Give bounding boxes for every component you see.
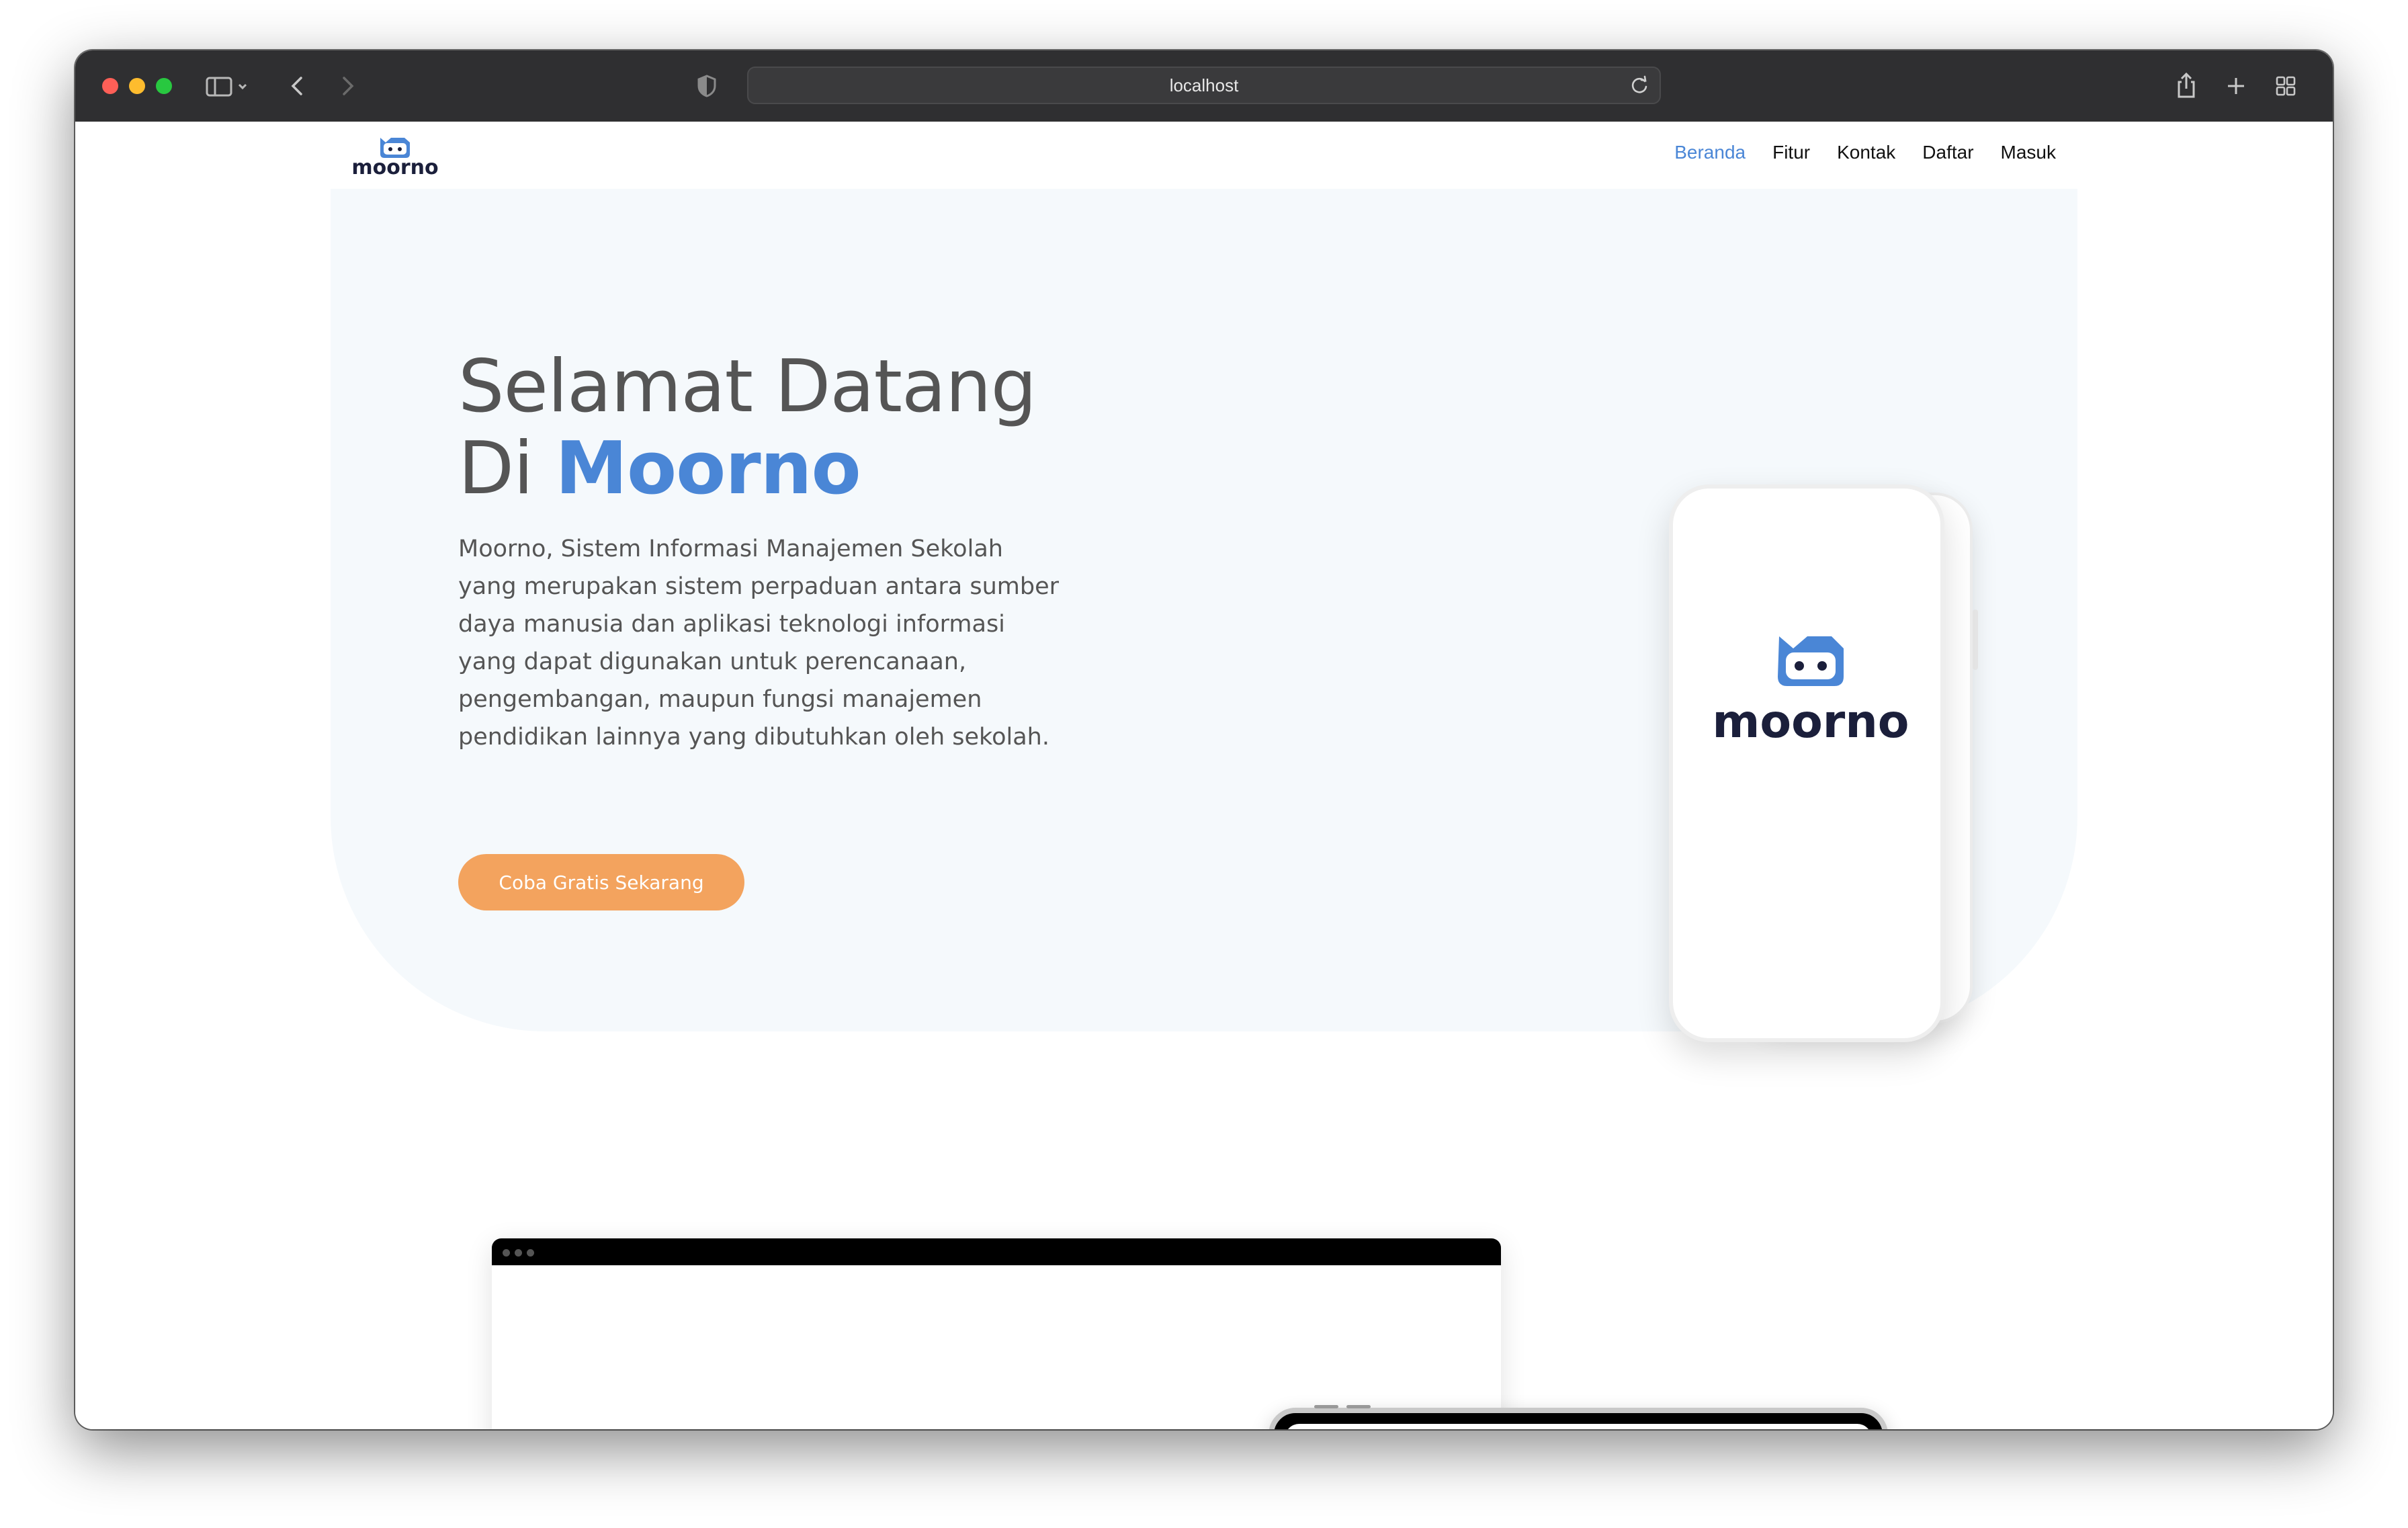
share-icon[interactable] bbox=[2169, 69, 2204, 103]
address-bar[interactable]: localhost bbox=[747, 67, 1661, 104]
phone-moorno-logo: moorno bbox=[1700, 630, 1915, 751]
mockup-dot bbox=[515, 1249, 522, 1257]
svg-text:moorno: moorno bbox=[1713, 695, 1909, 749]
nav-link-masuk[interactable]: Masuk bbox=[2001, 142, 2056, 163]
tab-overview-icon[interactable] bbox=[2268, 69, 2303, 103]
nav-link-beranda[interactable]: Beranda bbox=[1674, 142, 1746, 163]
close-window-button[interactable] bbox=[102, 78, 118, 94]
back-arrow-icon[interactable] bbox=[281, 69, 316, 103]
try-free-button[interactable]: Coba Gratis Sekarang bbox=[458, 854, 744, 910]
nav-link-daftar[interactable]: Daftar bbox=[1922, 142, 1973, 163]
desktop-mockup-titlebar bbox=[492, 1238, 1501, 1265]
hero-section: Selamat Datang Di Moorno Moorno, Sistem … bbox=[331, 189, 2077, 1042]
phone-side-button bbox=[1973, 609, 1978, 670]
moorno-logo[interactable]: moorno bbox=[343, 132, 447, 179]
hero-title-prefix: Di bbox=[458, 427, 556, 511]
tablet-mockup bbox=[1268, 1405, 1888, 1429]
mockup-dot bbox=[503, 1249, 510, 1257]
tablet-button bbox=[1314, 1405, 1338, 1408]
browser-toolbar: localhost bbox=[75, 50, 2333, 123]
sidebar-toggle-icon[interactable] bbox=[203, 69, 251, 103]
svg-text:moorno: moorno bbox=[351, 156, 438, 179]
mockup-dot bbox=[527, 1249, 534, 1257]
web-page: moorno Beranda Fitur Kontak Daftar Masuk… bbox=[75, 122, 2333, 1429]
moorno-cat-icon bbox=[1778, 636, 1844, 686]
hero-description: Moorno, Sistem Informasi Manajemen Sekol… bbox=[458, 536, 1060, 751]
desktop-mockup bbox=[492, 1238, 1501, 1429]
nav-link-fitur[interactable]: Fitur bbox=[1772, 142, 1810, 163]
reload-icon[interactable] bbox=[1629, 75, 1650, 96]
zoom-window-button[interactable] bbox=[156, 78, 172, 94]
main-nav: Beranda Fitur Kontak Daftar Masuk bbox=[1674, 142, 2056, 163]
minimize-window-button[interactable] bbox=[129, 78, 145, 94]
tablet-button bbox=[1346, 1405, 1371, 1408]
url-text: localhost bbox=[1169, 75, 1239, 95]
forward-arrow-icon[interactable] bbox=[329, 69, 364, 103]
nav-link-kontak[interactable]: Kontak bbox=[1837, 142, 1895, 163]
new-tab-plus-icon[interactable] bbox=[2219, 69, 2253, 103]
tablet-screen bbox=[1285, 1424, 1872, 1429]
browser-window: localhost moorno Beranda Fitur Kontak Da… bbox=[75, 50, 2333, 1429]
hero-title: Selamat Datang Di Moorno bbox=[458, 346, 1264, 510]
phone-mockup-front: moorno bbox=[1669, 484, 1944, 1042]
hero-title-brand: Moorno bbox=[555, 427, 861, 511]
privacy-shield-icon[interactable] bbox=[695, 73, 719, 99]
hero-title-line1: Selamat Datang bbox=[458, 345, 1037, 429]
moorno-cat-icon bbox=[380, 138, 410, 158]
